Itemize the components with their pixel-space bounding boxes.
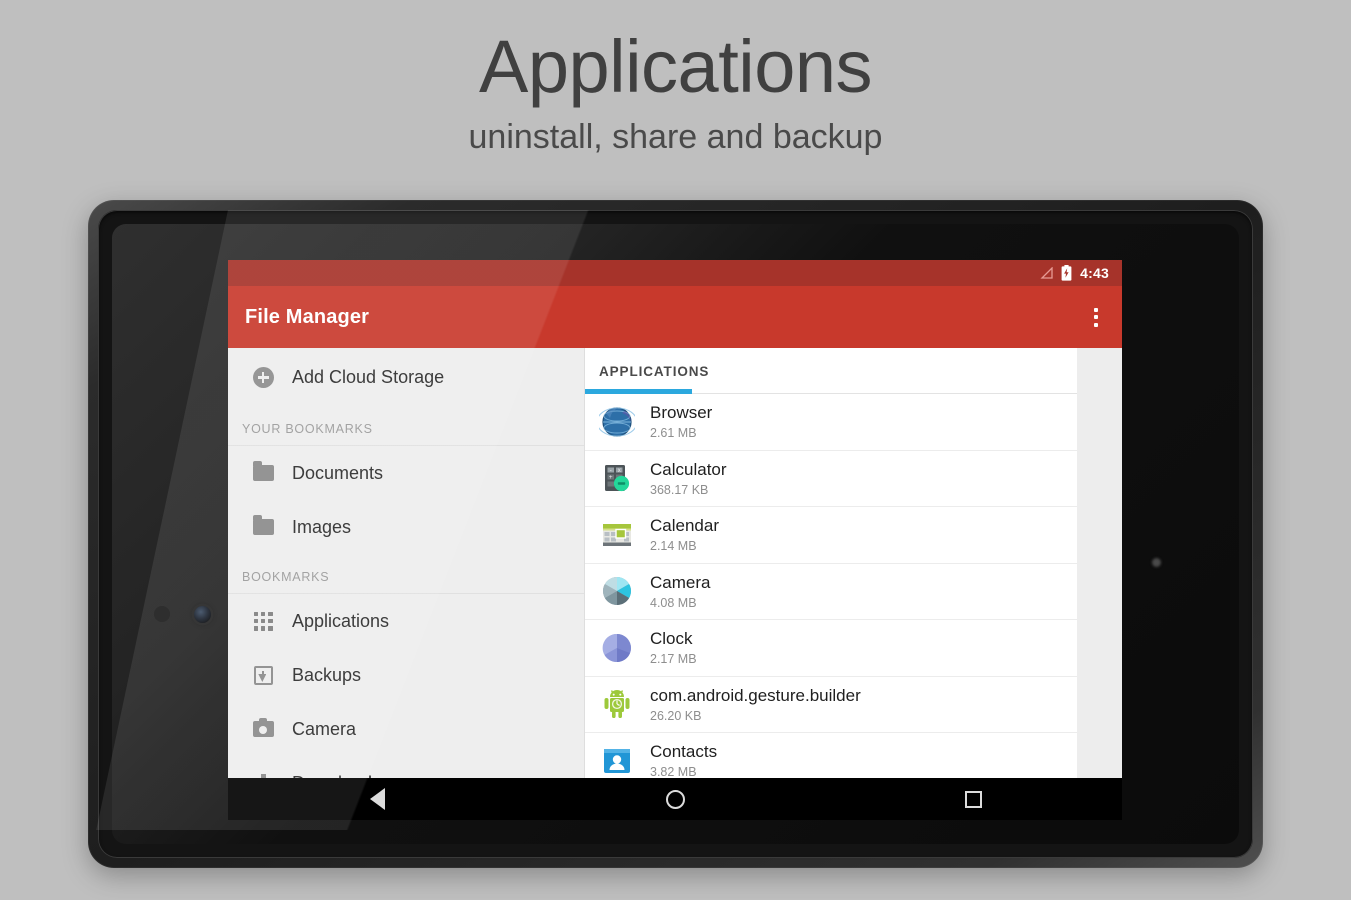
table-row[interactable]: Browser 2.61 MB <box>585 394 1077 451</box>
app-bar-title: File Manager <box>245 305 370 328</box>
sidebar-item-label: Documents <box>292 462 384 483</box>
app-size: 368.17 KB <box>650 482 709 497</box>
android-navigation-bar <box>228 778 1122 820</box>
app-info: Calendar 2.14 MB <box>650 516 719 553</box>
sidebar-item-label: Camera <box>292 718 357 739</box>
sidebar-item-label: Backups <box>292 664 362 685</box>
app-name: Calculator <box>650 459 727 479</box>
signal-triangle-icon <box>1040 267 1053 279</box>
grid-apps-icon <box>242 611 284 631</box>
camera-icon <box>242 717 284 737</box>
calculator-icon: - x + <box>599 460 635 496</box>
app-name: Contacts <box>650 742 718 762</box>
navigation-drawer: Add Cloud Storage YOUR BOOKMARKS Documen… <box>228 348 585 815</box>
sidebar-item-camera[interactable]: Camera <box>228 702 584 756</box>
app-info: Camera 4.08 MB <box>650 573 710 610</box>
status-bar-clock: 4:43 <box>1080 265 1109 281</box>
app-info: Browser 2.61 MB <box>650 403 712 440</box>
app-name: Camera <box>650 572 711 592</box>
svg-text:+: + <box>609 474 613 481</box>
recents-square-icon <box>964 790 982 808</box>
app-info: Clock 2.17 MB <box>650 629 697 666</box>
sidebar-item-images[interactable]: Images <box>228 500 584 554</box>
app-size: 2.61 MB <box>650 426 697 441</box>
calendar-icon <box>599 517 635 553</box>
table-row[interactable]: com.android.gesture.builder 26.20 KB <box>585 677 1077 733</box>
tab-applications[interactable]: APPLICATIONS <box>599 364 709 379</box>
svg-text:x: x <box>618 468 621 474</box>
page-subtitle: uninstall, share and backup <box>468 117 883 156</box>
promo-header: Applications uninstall, share and backup <box>0 0 1351 157</box>
sidebar-item-documents[interactable]: Documents <box>228 446 584 500</box>
android-robot-icon <box>599 686 635 722</box>
sidebar-section-header-bookmarks: BOOKMARKS <box>242 570 330 584</box>
sidebar-item-backups[interactable]: Backups <box>228 648 584 702</box>
table-row[interactable]: Clock 2.17 MB <box>585 620 1077 677</box>
nav-recents-button[interactable] <box>824 790 1122 808</box>
app-size: 26.20 KB <box>650 708 702 723</box>
folder-icon <box>242 461 284 481</box>
table-row[interactable]: Calendar 2.14 MB <box>585 507 1077 564</box>
overflow-menu-icon[interactable] <box>1084 300 1108 335</box>
back-triangle-icon <box>369 788 385 810</box>
screenshot-stage: Applications uninstall, share and backup <box>0 0 1351 900</box>
sidebar-section-header-your-bookmarks: YOUR BOOKMARKS <box>242 422 373 436</box>
nav-back-button[interactable] <box>228 788 526 810</box>
app-info: Calculator 368.17 KB <box>650 460 727 497</box>
content-pane: APPLICATIONS Browser 2.61 MB - x + Calcu… <box>585 348 1122 815</box>
app-size: 4.08 MB <box>650 595 697 610</box>
nav-home-button[interactable] <box>526 789 824 809</box>
battery-charging-icon <box>1061 265 1072 281</box>
home-circle-icon <box>665 789 685 809</box>
app-info: Contacts 3.82 MB <box>650 742 717 779</box>
tab-active-indicator <box>585 389 692 394</box>
backup-box-icon <box>242 665 284 685</box>
table-row[interactable]: - x + Calculator 368.17 KB <box>585 451 1077 507</box>
sidebar-item-label: Applications <box>292 610 390 631</box>
svg-text:-: - <box>610 467 612 474</box>
notification-led-icon <box>1152 558 1161 567</box>
app-info: com.android.gesture.builder 26.20 KB <box>650 686 861 723</box>
tab-bar: APPLICATIONS <box>585 348 1077 394</box>
applications-list-pane: APPLICATIONS Browser 2.61 MB - x + Calcu… <box>585 348 1077 815</box>
app-size: 2.14 MB <box>650 539 697 554</box>
proximity-sensor-icon <box>154 606 170 622</box>
app-size: 2.17 MB <box>650 652 697 667</box>
app-body: Add Cloud Storage YOUR BOOKMARKS Documen… <box>228 348 1122 815</box>
sidebar-item-label: Add Cloud Storage <box>292 366 445 387</box>
clock-sphere-icon <box>599 630 635 666</box>
status-bar-icons: 4:43 <box>1040 265 1109 281</box>
app-screen: 4:43 File Manager Add Cloud Storage YOUR… <box>228 260 1122 815</box>
table-row[interactable]: Camera 4.08 MB <box>585 564 1077 620</box>
camera-shutter-icon <box>599 573 635 609</box>
browser-globe-icon <box>596 404 638 440</box>
app-name: Calendar <box>650 516 719 536</box>
app-name: com.android.gesture.builder <box>650 685 861 705</box>
folder-icon <box>242 515 284 535</box>
app-name: Browser <box>650 403 713 423</box>
sidebar-item-label: Images <box>292 516 352 537</box>
contacts-person-icon <box>599 743 635 779</box>
status-bar: 4:43 <box>228 260 1122 286</box>
plus-circle-icon <box>242 366 284 388</box>
app-name: Clock <box>650 629 693 649</box>
front-camera-icon <box>194 606 211 623</box>
sidebar-item-add-cloud-storage[interactable]: Add Cloud Storage <box>228 348 584 406</box>
sidebar-item-applications[interactable]: Applications <box>228 594 584 648</box>
app-bar: File Manager <box>228 286 1122 348</box>
page-title: Applications <box>478 25 873 108</box>
